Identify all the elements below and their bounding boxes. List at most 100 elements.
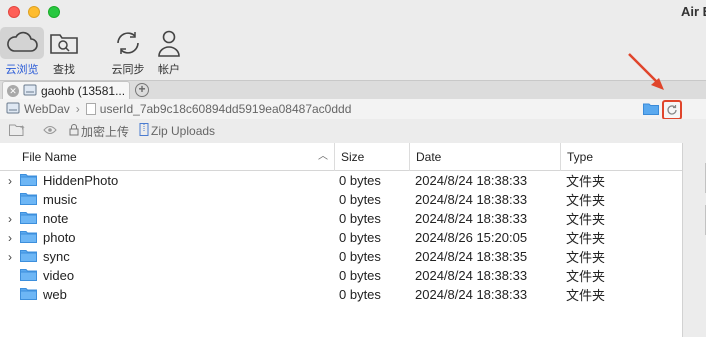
search-button[interactable]: 查找 [42, 27, 86, 77]
app-title: Air E [681, 4, 706, 19]
cell-name: › sync [0, 249, 335, 265]
cloud-sync-button[interactable]: 云同步 [106, 27, 150, 77]
cell-date: 2024/8/24 18:38:33 [415, 173, 528, 188]
close-tab-icon[interactable]: ✕ [7, 85, 19, 97]
column-header-type[interactable]: Type [561, 143, 682, 171]
chevron-right-icon[interactable]: › [0, 212, 20, 226]
file-name: note [43, 211, 69, 226]
encrypt-upload-label: 加密上传 [81, 124, 130, 139]
breadcrumb-root[interactable]: WebDav [24, 102, 70, 116]
user-icon [147, 27, 191, 59]
table-body: › HiddenPhoto 0 bytes 2024/8/24 18:38:33 文件夹… [0, 171, 682, 304]
cell-name: music [0, 192, 335, 208]
chevron-right-icon[interactable]: › [0, 250, 20, 264]
sort-ascending-icon: ︿ [318, 151, 328, 162]
app-window: Air E 云浏览 查找 云同步 帐户 ✕ [0, 0, 706, 337]
column-header-name-label: File Name [22, 150, 77, 164]
file-table: File Name ︿ Size Date Type › HiddenPhoto 0… [0, 143, 682, 337]
breadcrumb: WebDav › userId_7ab9c18c60894dd5919ea084… [0, 99, 706, 119]
file-name: video [43, 268, 75, 283]
cell-name: web [0, 287, 335, 303]
add-tab-icon[interactable]: + [135, 83, 149, 97]
refresh-button[interactable] [662, 100, 682, 120]
cloud-browse-label: 云浏览 [5, 64, 39, 76]
cell-name: › note [0, 211, 335, 227]
table-row[interactable]: › note 0 bytes 2024/8/24 18:38:33 文件夹 [0, 209, 682, 228]
cell-name: video [0, 268, 335, 284]
cell-size: 0 bytes [339, 211, 381, 226]
toolbar: Air E 云浏览 查找 云同步 帐户 [0, 0, 706, 80]
table-row[interactable]: › HiddenPhoto 0 bytes 2024/8/24 18:38:33 文件夹 [0, 171, 682, 190]
action-bar: + 加密上传 Zip Uploads [0, 119, 706, 143]
cell-type: 文件夹 [566, 269, 606, 284]
encrypt-upload-button[interactable]: 加密上传 [69, 123, 129, 140]
cloud-sync-label: 云同步 [111, 64, 145, 76]
table-row[interactable]: › sync 0 bytes 2024/8/24 18:38:35 文件夹 [0, 247, 682, 266]
new-folder-icon[interactable]: + [9, 123, 27, 139]
cell-date: 2024/8/24 18:38:35 [415, 249, 528, 264]
cell-size: 0 bytes [339, 287, 381, 302]
lock-icon [69, 123, 79, 139]
svg-text:+: + [20, 123, 25, 132]
folder-icon [20, 287, 37, 303]
table-row[interactable]: video 0 bytes 2024/8/24 18:38:33 文件夹 [0, 266, 682, 285]
zip-uploads-button[interactable]: Zip Uploads [139, 123, 215, 139]
table-row[interactable]: music 0 bytes 2024/8/24 18:38:33 文件夹 [0, 190, 682, 209]
path-actions [643, 100, 682, 120]
file-name: photo [43, 230, 76, 245]
folder-icon[interactable] [643, 102, 659, 118]
file-name: web [43, 287, 67, 302]
breadcrumb-current[interactable]: userId_7ab9c18c60894dd5919ea08487ac0ddd [100, 102, 352, 116]
chevron-right-icon[interactable]: › [0, 231, 20, 245]
folder-icon [20, 192, 37, 208]
tab-label: gaohb (13581... [41, 84, 126, 98]
eye-icon[interactable] [43, 124, 57, 138]
minimize-window-button[interactable] [28, 6, 40, 18]
cell-size: 0 bytes [339, 268, 381, 283]
cell-date: 2024/8/24 18:38:33 [415, 211, 528, 226]
cell-name: › HiddenPhoto [0, 173, 335, 189]
sync-icon [106, 27, 150, 59]
file-name: music [43, 192, 77, 207]
window-controls [8, 6, 60, 18]
folder-icon [20, 249, 37, 265]
refresh-icon [667, 105, 677, 115]
file-name: HiddenPhoto [43, 173, 119, 188]
cloud-icon [0, 27, 44, 59]
folder-icon [20, 211, 37, 227]
drive-icon [6, 102, 20, 117]
column-header-name[interactable]: File Name ︿ [0, 143, 335, 171]
cell-date: 2024/8/24 18:38:33 [415, 192, 528, 207]
tab-bar: ✕ gaohb (13581... + [0, 80, 706, 100]
document-icon [85, 103, 96, 115]
cell-type: 文件夹 [566, 193, 606, 208]
folder-icon [20, 173, 37, 189]
chevron-right-icon: › [75, 102, 80, 116]
column-header-date[interactable]: Date [410, 143, 561, 171]
tab-webdav[interactable]: ✕ gaohb (13581... [2, 81, 130, 100]
column-header-size[interactable]: Size [335, 143, 410, 171]
cell-type: 文件夹 [566, 174, 606, 189]
chevron-right-icon[interactable]: › [0, 174, 20, 188]
cell-size: 0 bytes [339, 173, 381, 188]
cell-date: 2024/8/24 18:38:33 [415, 287, 528, 302]
account-button[interactable]: 帐户 [147, 27, 191, 77]
cell-type: 文件夹 [566, 250, 606, 265]
cell-type: 文件夹 [566, 212, 606, 227]
table-row[interactable]: web 0 bytes 2024/8/24 18:38:33 文件夹 [0, 285, 682, 304]
table-row[interactable]: › photo 0 bytes 2024/8/26 15:20:05 文件夹 [0, 228, 682, 247]
cell-date: 2024/8/26 15:20:05 [415, 230, 528, 245]
cloud-browse-button[interactable]: 云浏览 [0, 27, 44, 77]
cell-type: 文件夹 [566, 231, 606, 246]
file-name: sync [43, 249, 70, 264]
drive-icon [23, 84, 37, 99]
zoom-window-button[interactable] [48, 6, 60, 18]
table-header: File Name ︿ Size Date Type [0, 143, 682, 171]
right-panel [682, 143, 706, 337]
cell-size: 0 bytes [339, 230, 381, 245]
cell-type: 文件夹 [566, 288, 606, 303]
cell-date: 2024/8/24 18:38:33 [415, 268, 528, 283]
folder-icon [20, 268, 37, 284]
search-folder-icon [42, 27, 86, 59]
close-window-button[interactable] [8, 6, 20, 18]
